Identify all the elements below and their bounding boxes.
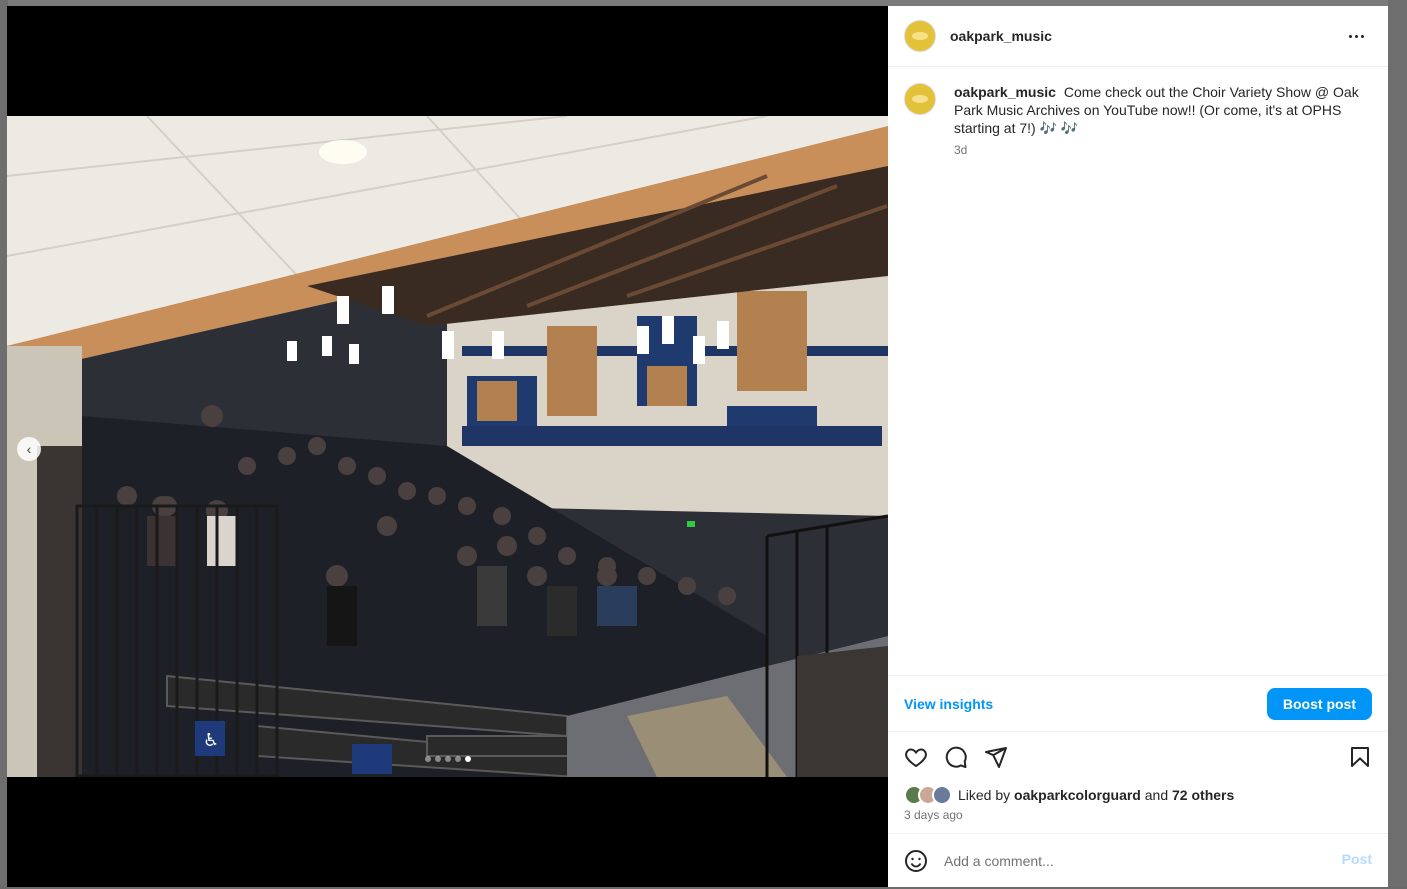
- boost-post-button[interactable]: Boost post: [1266, 687, 1372, 720]
- caption-timestamp[interactable]: 3d: [954, 143, 1364, 157]
- view-insights-link[interactable]: View insights: [904, 696, 993, 712]
- avatar-logo-mark: [912, 32, 928, 40]
- heart-icon[interactable]: [904, 745, 928, 769]
- likes-others[interactable]: 72 others: [1172, 787, 1234, 803]
- gold-logo-avatar[interactable]: [904, 20, 936, 52]
- likes-user[interactable]: oakparkcolorguard: [1014, 787, 1141, 803]
- post-side-panel: oakpark_music oakpark_music Come check o…: [888, 6, 1388, 887]
- emoji-icon[interactable]: [904, 849, 928, 873]
- post-media: ♿ ‹: [7, 6, 888, 887]
- caption-body: oakpark_music Come check out the Choir V…: [954, 83, 1364, 157]
- likes-row: Liked by oakparkcolorguard and 72 others: [888, 782, 1388, 808]
- carousel-dot: [455, 756, 461, 762]
- auditorium-photo: ♿: [7, 116, 888, 777]
- bookmark-icon[interactable]: [1348, 745, 1372, 769]
- insights-bar: View insights Boost post: [888, 675, 1388, 732]
- post-date[interactable]: 3 days ago: [888, 808, 1388, 834]
- post-modal: ♿ ‹ oakpark_music oakpark_music Come che…: [7, 6, 1388, 887]
- caption-username[interactable]: oakpark_music: [954, 84, 1056, 100]
- post-photo: ♿: [7, 116, 888, 777]
- carousel-dots: [425, 756, 471, 762]
- likes-conjunction: and: [1144, 787, 1169, 803]
- action-bar: [888, 732, 1388, 782]
- backdrop-right[interactable]: [1388, 0, 1407, 889]
- chevron-left-icon: ‹: [26, 441, 32, 457]
- carousel-prev-button[interactable]: ‹: [17, 437, 41, 461]
- add-comment-box: Post: [888, 834, 1388, 887]
- svg-text:♿: ♿: [203, 730, 219, 751]
- carousel-dot: [425, 756, 431, 762]
- likes-prefix: Liked by: [958, 787, 1011, 803]
- avatar-logo-mark: [912, 95, 928, 103]
- send-icon[interactable]: [984, 745, 1008, 769]
- liker-avatars[interactable]: [904, 785, 952, 805]
- carousel-dot: [435, 756, 441, 762]
- post-comment-button[interactable]: Post: [1342, 851, 1372, 867]
- carousel-dot: [445, 756, 451, 762]
- caption-avatar[interactable]: [904, 83, 936, 115]
- carousel-dot: [465, 756, 471, 762]
- liker-avatar: [932, 785, 952, 805]
- caption-row: oakpark_music Come check out the Choir V…: [904, 83, 1372, 157]
- comment-icon[interactable]: [944, 745, 968, 769]
- more-horizontal-icon[interactable]: [1344, 26, 1368, 46]
- header-username[interactable]: oakpark_music: [950, 28, 1052, 44]
- post-header: oakpark_music: [888, 6, 1388, 67]
- caption-text: oakpark_music Come check out the Choir V…: [954, 83, 1364, 137]
- comment-input[interactable]: [944, 852, 1304, 869]
- comments-section: oakpark_music Come check out the Choir V…: [888, 67, 1388, 675]
